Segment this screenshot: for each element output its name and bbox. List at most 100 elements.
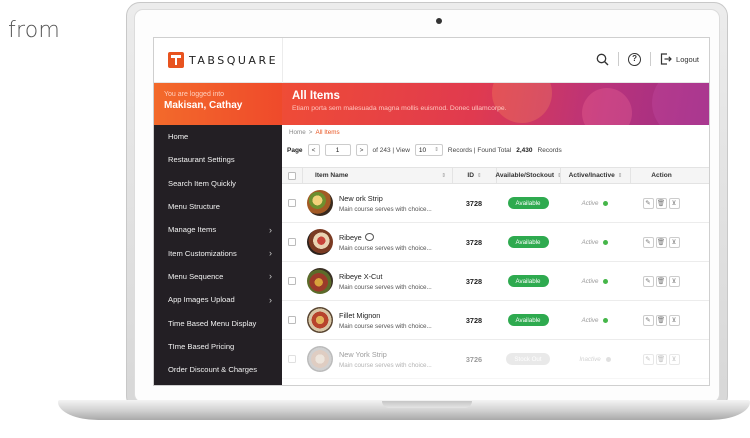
availability-toggle[interactable]: Stock Out [506,353,550,365]
availability-cell: Available [496,236,560,248]
sidebar-item-label: Home [168,132,189,142]
active-status-text: Active [581,316,599,324]
cart-icon[interactable]: ⊻ [668,314,680,326]
row-checkbox[interactable] [288,355,296,363]
sidebar-item-menu-sequence[interactable]: Menu Sequence › [154,265,282,288]
logout-button[interactable]: Logout [660,53,699,65]
next-page-button[interactable]: > [355,144,368,156]
availability-toggle[interactable]: Available [507,314,549,326]
page-size-select[interactable]: 10 ⇕ [414,144,443,156]
sidebar-item-time-based-menu-display[interactable]: Time Based Menu Display [154,311,282,334]
page-title: All Items [292,90,340,102]
sidebar-item-label: TIme Based Pricing [168,341,235,351]
sidebar-item-item-customizations[interactable]: Item Customizations › [154,241,282,264]
chevron-right-icon: › [269,294,272,305]
table-row[interactable]: New ork Strip Main course serves with ch… [282,184,709,223]
table-row[interactable]: Ribeye Main course serves with choice...… [282,223,709,262]
delete-icon[interactable]: 🗑 [655,353,667,365]
active-cell: Active [560,239,630,246]
sidebar-item-restaurant-settings[interactable]: Restaurant Settings [154,148,282,171]
row-checkbox[interactable] [288,199,296,207]
page-size-value: 10 [418,146,427,154]
sidebar-item-manage-items[interactable]: Manage Items › [154,218,282,241]
page-number-input[interactable]: 1 [324,144,351,156]
logout-icon [660,53,672,65]
top-bar-separator [618,52,620,66]
row-select-cell [282,199,302,207]
edit-icon[interactable]: ✎ [642,197,654,209]
active-toggle[interactable]: Active [582,278,609,285]
item-id: 3728 [465,315,483,325]
header-label: Action [651,172,672,179]
active-status-text: Active [581,277,599,285]
tabsquare-logo[interactable]: TABSQUARE [168,52,278,68]
action-cell: ✎ 🗑 ⊻ [630,236,692,248]
chat-bubble-icon[interactable] [364,233,374,241]
top-bar: TABSQUARE ? Logout [154,38,709,83]
header-id[interactable]: ID ⇕ [452,168,496,183]
active-toggle[interactable]: Active [582,239,609,246]
breadcrumb-current: All Items [315,129,340,136]
availability-toggle[interactable]: Available [507,236,549,248]
cart-icon[interactable]: ⊻ [668,236,680,248]
breadcrumb-home-link[interactable]: Home [289,129,306,136]
table-row[interactable]: Ribeye X-Cut Main course serves with cho… [282,262,709,301]
records-total: 2,430 [516,146,533,154]
item-name-text: Ribeye X-Cut [339,271,383,281]
sidebar-item-search-item-quickly[interactable]: Search Item Quickly [154,172,282,195]
banner-decoration [492,83,552,123]
cart-icon[interactable]: ⊻ [668,353,680,365]
row-checkbox[interactable] [288,277,296,285]
logged-in-label: You are logged into [164,91,225,98]
delete-icon[interactable]: 🗑 [655,275,667,287]
sidebar-item-app-images-upload[interactable]: App Images Upload › [154,288,282,311]
cart-icon[interactable]: ⊻ [668,197,680,209]
sidebar-item-time-based-pricing[interactable]: TIme Based Pricing [154,335,282,358]
delete-icon[interactable]: 🗑 [655,236,667,248]
laptop-notch [382,401,472,408]
sort-arrows-icon: ⇕ [476,172,482,179]
select-all-checkbox[interactable] [288,171,296,180]
table-row[interactable]: New York Strip Main course serves with c… [282,340,709,379]
availability-toggle[interactable]: Available [507,275,549,287]
help-icon[interactable]: ? [628,52,642,66]
item-name-cell: New ork Strip Main course serves with ch… [302,190,452,216]
header-item-name[interactable]: Item Name ⇕ [302,168,452,183]
active-cell: Active [560,278,630,285]
item-thumbnail [307,190,333,216]
table-row[interactable]: Fillet Mignon Main course serves with ch… [282,301,709,340]
item-id: 3728 [465,276,483,286]
item-id-cell: 3728 [452,316,496,325]
prev-page-button[interactable]: < [307,144,320,156]
logged-in-user: You are logged into Makisan, Cathay [154,83,282,125]
availability-toggle[interactable]: Available [507,197,549,209]
delete-icon[interactable]: 🗑 [655,197,667,209]
main-content: Home > All Items Page < 1 > of 243 | Vie… [282,125,709,385]
item-id: 3726 [465,354,483,364]
row-select-cell [282,277,302,285]
active-toggle[interactable]: Inactive [579,356,611,363]
row-checkbox[interactable] [288,238,296,246]
availability-cell: Available [496,197,560,209]
row-checkbox[interactable] [288,316,296,324]
edit-icon[interactable]: ✎ [642,314,654,326]
item-description: Main course serves with choice... [339,205,432,213]
sidebar-item-label: Restaurant Settings [168,155,235,165]
cart-icon[interactable]: ⊻ [668,275,680,287]
delete-icon[interactable]: 🗑 [655,314,667,326]
header-active[interactable]: Active/Inactive ⇕ [560,168,630,183]
item-thumbnail [307,346,333,372]
chevron-right-icon: › [269,248,272,259]
sidebar-item-menu-structure[interactable]: Menu Structure [154,195,282,218]
sidebar-item-home[interactable]: Home [154,125,282,148]
edit-icon[interactable]: ✎ [642,275,654,287]
edit-icon[interactable]: ✎ [642,353,654,365]
search-icon[interactable] [596,53,609,66]
header-label: ID [467,172,474,179]
active-toggle[interactable]: Active [582,200,609,207]
edit-icon[interactable]: ✎ [642,236,654,248]
sidebar-item-order-discount-charges[interactable]: Order Discount & Charges [154,358,282,381]
active-toggle[interactable]: Active [582,317,609,324]
item-id-cell: 3728 [452,277,496,286]
header-available[interactable]: Available/Stockout ⇕ [495,168,562,183]
